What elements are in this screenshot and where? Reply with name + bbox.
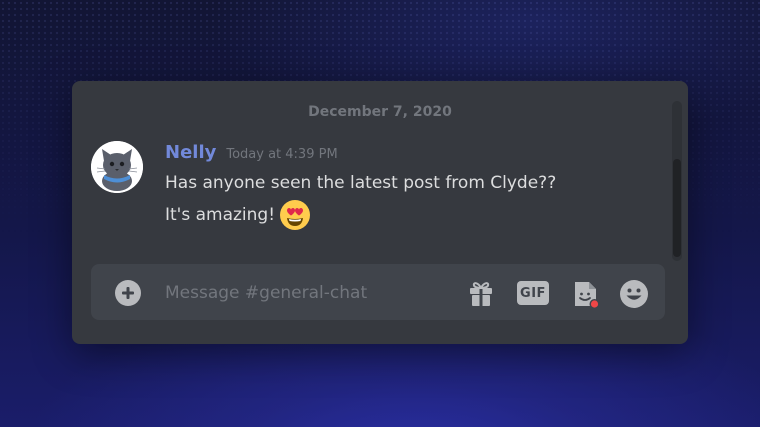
gif-button[interactable]: GIF — [517, 281, 549, 305]
message-text: Has anyone seen the latest post from Cly… — [165, 173, 557, 193]
plus-circle-icon[interactable] — [115, 280, 141, 306]
message-text: It's amazing! — [165, 205, 276, 225]
message-input[interactable] — [165, 278, 455, 308]
notification-dot — [590, 300, 599, 308]
gift-icon[interactable] — [466, 278, 496, 308]
message-line: It's amazing! — [165, 199, 311, 231]
message-line: Has anyone seen the latest post from Cly… — [165, 173, 556, 193]
username[interactable]: Nelly — [165, 142, 216, 163]
heart-eyes-emoji-icon — [280, 200, 311, 230]
date-divider: December 7, 2020 — [308, 104, 452, 120]
emoji-smile-icon[interactable] — [618, 278, 650, 310]
avatar[interactable] — [91, 141, 143, 193]
chat-window: December 7, 2020 Nelly Today at 4:39 PM … — [72, 81, 688, 344]
message-header: Nelly Today at 4:39 PM — [165, 142, 338, 163]
message-composer: GIF — [91, 264, 665, 320]
sticker-icon[interactable] — [569, 278, 601, 310]
gif-label: GIF — [520, 285, 546, 301]
cat-avatar-icon — [91, 141, 143, 193]
message-timestamp: Today at 4:39 PM — [226, 147, 338, 162]
scrollbar-thumb[interactable] — [673, 159, 681, 257]
